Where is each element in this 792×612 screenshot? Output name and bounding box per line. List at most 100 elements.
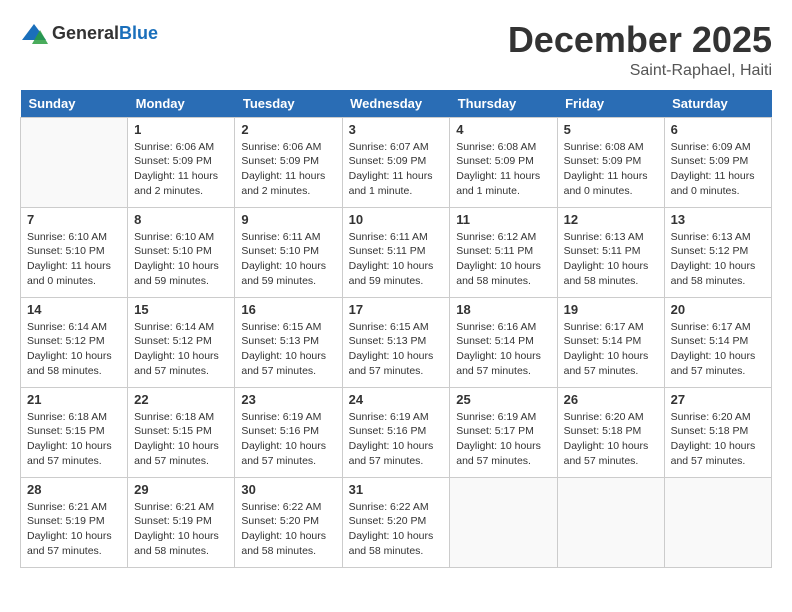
cell-day-number: 10 (349, 212, 444, 227)
day-header-wednesday: Wednesday (342, 90, 450, 118)
cell-info: Sunrise: 6:18 AMSunset: 5:15 PMDaylight:… (27, 410, 121, 469)
calendar-cell: 14 Sunrise: 6:14 AMSunset: 5:12 PMDayligh… (21, 297, 128, 387)
cell-info: Sunrise: 6:11 AMSunset: 5:11 PMDaylight:… (349, 230, 444, 289)
cell-day-number: 31 (349, 482, 444, 497)
cell-day-number: 29 (134, 482, 228, 497)
logo-icon (20, 20, 48, 48)
header: GeneralBlue December 2025 Saint-Raphael,… (20, 20, 772, 80)
calendar-cell (450, 477, 557, 567)
calendar-cell (557, 477, 664, 567)
cell-day-number: 18 (456, 302, 550, 317)
cell-day-number: 12 (564, 212, 658, 227)
calendar-cell: 23 Sunrise: 6:19 AMSunset: 5:16 PMDayligh… (235, 387, 342, 477)
cell-info: Sunrise: 6:20 AMSunset: 5:18 PMDaylight:… (564, 410, 658, 469)
cell-info: Sunrise: 6:07 AMSunset: 5:09 PMDaylight:… (349, 140, 444, 199)
cell-info: Sunrise: 6:11 AMSunset: 5:10 PMDaylight:… (241, 230, 335, 289)
cell-info: Sunrise: 6:16 AMSunset: 5:14 PMDaylight:… (456, 320, 550, 379)
calendar-week-row: 28 Sunrise: 6:21 AMSunset: 5:19 PMDayligh… (21, 477, 772, 567)
calendar-cell: 6 Sunrise: 6:09 AMSunset: 5:09 PMDaylight… (664, 117, 771, 207)
cell-day-number: 1 (134, 122, 228, 137)
cell-day-number: 14 (27, 302, 121, 317)
day-header-tuesday: Tuesday (235, 90, 342, 118)
cell-day-number: 15 (134, 302, 228, 317)
calendar-cell: 29 Sunrise: 6:21 AMSunset: 5:19 PMDayligh… (128, 477, 235, 567)
cell-info: Sunrise: 6:08 AMSunset: 5:09 PMDaylight:… (564, 140, 658, 199)
cell-day-number: 28 (27, 482, 121, 497)
calendar-cell: 13 Sunrise: 6:13 AMSunset: 5:12 PMDayligh… (664, 207, 771, 297)
cell-day-number: 13 (671, 212, 765, 227)
calendar-cell: 26 Sunrise: 6:20 AMSunset: 5:18 PMDayligh… (557, 387, 664, 477)
calendar-cell: 8Sunrise: 6:10 AMSunset: 5:10 PMDaylight… (128, 207, 235, 297)
cell-day-number: 23 (241, 392, 335, 407)
day-header-sunday: Sunday (21, 90, 128, 118)
cell-info: Sunrise: 6:21 AMSunset: 5:19 PMDaylight:… (134, 500, 228, 559)
calendar-cell (664, 477, 771, 567)
cell-day-number: 22 (134, 392, 228, 407)
cell-info: Sunrise: 6:13 AMSunset: 5:11 PMDaylight:… (564, 230, 658, 289)
title-area: December 2025 Saint-Raphael, Haiti (508, 20, 772, 80)
calendar-cell: 12 Sunrise: 6:13 AMSunset: 5:11 PMDayligh… (557, 207, 664, 297)
calendar-cell: 16Sunrise: 6:15 AMSunset: 5:13 PMDayligh… (235, 297, 342, 387)
cell-day-number: 11 (456, 212, 550, 227)
calendar-table: SundayMondayTuesdayWednesdayThursdayFrid… (20, 90, 772, 568)
cell-info: Sunrise: 6:19 AMSunset: 5:16 PMDaylight:… (241, 410, 335, 469)
day-header-thursday: Thursday (450, 90, 557, 118)
calendar-cell: 9 Sunrise: 6:11 AMSunset: 5:10 PMDaylight… (235, 207, 342, 297)
calendar-week-row: 1 Sunrise: 6:06 AMSunset: 5:09 PMDaylight… (21, 117, 772, 207)
cell-info: Sunrise: 6:14 AMSunset: 5:12 PMDaylight:… (134, 320, 228, 379)
calendar-cell: 2 Sunrise: 6:06 AMSunset: 5:09 PMDaylight… (235, 117, 342, 207)
calendar-week-row: 7 Sunrise: 6:10 AMSunset: 5:10 PMDaylight… (21, 207, 772, 297)
cell-day-number: 3 (349, 122, 444, 137)
cell-day-number: 9 (241, 212, 335, 227)
cell-info: Sunrise: 6:13 AMSunset: 5:12 PMDaylight:… (671, 230, 765, 289)
cell-info: Sunrise: 6:21 AMSunset: 5:19 PMDaylight:… (27, 500, 121, 559)
calendar-cell: 24Sunrise: 6:19 AMSunset: 5:16 PMDayligh… (342, 387, 450, 477)
logo-general-text: GeneralBlue (52, 24, 158, 44)
calendar-cell (21, 117, 128, 207)
cell-day-number: 25 (456, 392, 550, 407)
logo: GeneralBlue (20, 20, 158, 48)
cell-info: Sunrise: 6:20 AMSunset: 5:18 PMDaylight:… (671, 410, 765, 469)
calendar-cell: 7 Sunrise: 6:10 AMSunset: 5:10 PMDaylight… (21, 207, 128, 297)
calendar-cell: 21 Sunrise: 6:18 AMSunset: 5:15 PMDayligh… (21, 387, 128, 477)
cell-day-number: 16 (241, 302, 335, 317)
cell-day-number: 4 (456, 122, 550, 137)
calendar-week-row: 14 Sunrise: 6:14 AMSunset: 5:12 PMDayligh… (21, 297, 772, 387)
cell-info: Sunrise: 6:06 AMSunset: 5:09 PMDaylight:… (134, 140, 228, 199)
cell-day-number: 2 (241, 122, 335, 137)
calendar-header-row: SundayMondayTuesdayWednesdayThursdayFrid… (21, 90, 772, 118)
cell-day-number: 30 (241, 482, 335, 497)
cell-info: Sunrise: 6:19 AMSunset: 5:16 PMDaylight:… (349, 410, 444, 469)
cell-day-number: 6 (671, 122, 765, 137)
cell-info: Sunrise: 6:18 AMSunset: 5:15 PMDaylight:… (134, 410, 228, 469)
cell-day-number: 21 (27, 392, 121, 407)
month-title: December 2025 (508, 20, 772, 60)
calendar-cell: 17 Sunrise: 6:15 AMSunset: 5:13 PMDayligh… (342, 297, 450, 387)
cell-day-number: 27 (671, 392, 765, 407)
calendar-cell: 18 Sunrise: 6:16 AMSunset: 5:14 PMDayligh… (450, 297, 557, 387)
cell-info: Sunrise: 6:14 AMSunset: 5:12 PMDaylight:… (27, 320, 121, 379)
day-header-friday: Friday (557, 90, 664, 118)
cell-info: Sunrise: 6:15 AMSunset: 5:13 PMDaylight:… (349, 320, 444, 379)
cell-day-number: 7 (27, 212, 121, 227)
cell-info: Sunrise: 6:10 AMSunset: 5:10 PMDaylight:… (27, 230, 121, 289)
calendar-cell: 1 Sunrise: 6:06 AMSunset: 5:09 PMDaylight… (128, 117, 235, 207)
cell-info: Sunrise: 6:19 AMSunset: 5:17 PMDaylight:… (456, 410, 550, 469)
day-header-saturday: Saturday (664, 90, 771, 118)
cell-info: Sunrise: 6:06 AMSunset: 5:09 PMDaylight:… (241, 140, 335, 199)
calendar-cell: 20Sunrise: 6:17 AMSunset: 5:14 PMDayligh… (664, 297, 771, 387)
cell-info: Sunrise: 6:08 AMSunset: 5:09 PMDaylight:… (456, 140, 550, 199)
calendar-cell: 27 Sunrise: 6:20 AMSunset: 5:18 PMDayligh… (664, 387, 771, 477)
cell-day-number: 26 (564, 392, 658, 407)
calendar-cell: 11 Sunrise: 6:12 AMSunset: 5:11 PMDayligh… (450, 207, 557, 297)
calendar-cell: 31 Sunrise: 6:22 AMSunset: 5:20 PMDayligh… (342, 477, 450, 567)
cell-info: Sunrise: 6:12 AMSunset: 5:11 PMDaylight:… (456, 230, 550, 289)
cell-info: Sunrise: 6:10 AMSunset: 5:10 PMDaylight:… (134, 230, 228, 289)
cell-day-number: 17 (349, 302, 444, 317)
cell-info: Sunrise: 6:09 AMSunset: 5:09 PMDaylight:… (671, 140, 765, 199)
calendar-cell: 19Sunrise: 6:17 AMSunset: 5:14 PMDayligh… (557, 297, 664, 387)
cell-info: Sunrise: 6:22 AMSunset: 5:20 PMDaylight:… (349, 500, 444, 559)
calendar-week-row: 21 Sunrise: 6:18 AMSunset: 5:15 PMDayligh… (21, 387, 772, 477)
location-title: Saint-Raphael, Haiti (508, 62, 772, 80)
calendar-cell: 28 Sunrise: 6:21 AMSunset: 5:19 PMDayligh… (21, 477, 128, 567)
